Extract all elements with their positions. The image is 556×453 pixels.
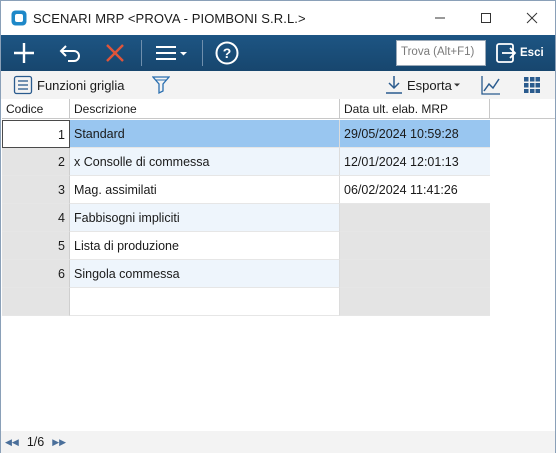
cell-description-empty[interactable] — [70, 288, 340, 316]
toolbar-separator — [202, 40, 203, 66]
app-window: SCENARI MRP <PROVA - PIOMBONI S.R.L.> ? … — [0, 0, 556, 453]
table-row[interactable]: 1 Standard 29/05/2024 10:59:28 — [2, 120, 490, 148]
exit-icon — [496, 43, 517, 63]
export-button[interactable]: Esporta — [385, 75, 461, 95]
cell-code[interactable]: 3 — [2, 176, 70, 204]
cell-code[interactable]: 1 — [2, 120, 70, 148]
title-bar: SCENARI MRP <PROVA - PIOMBONI S.R.L.> — [1, 1, 555, 35]
close-button[interactable] — [509, 1, 555, 35]
status-bar: ◀◀ 1/6 ▶▶ — [1, 431, 555, 453]
first-record-icon[interactable]: ◀◀ — [5, 437, 19, 448]
x-icon — [106, 44, 124, 62]
grid-icon — [524, 77, 540, 93]
minimize-button[interactable] — [417, 1, 463, 35]
grid-functions-label: Funzioni griglia — [37, 77, 125, 93]
cell-date[interactable] — [340, 204, 490, 232]
cell-description[interactable]: Mag. assimilati — [70, 176, 340, 204]
table-row[interactable]: 4 Fabbisogni impliciti — [2, 204, 490, 232]
column-header-date[interactable]: Data ult. elab. MRP — [340, 99, 490, 119]
table-row[interactable]: 3 Mag. assimilati 06/02/2024 11:41:26 — [2, 176, 490, 204]
cell-description[interactable]: Singola commessa — [70, 260, 340, 288]
window-title: SCENARI MRP <PROVA - PIOMBONI S.R.L.> — [33, 10, 306, 26]
svg-text:?: ? — [223, 45, 232, 61]
help-button[interactable]: ? — [207, 35, 247, 71]
main-toolbar: ? Trova (Alt+F1) Esci — [1, 35, 555, 71]
cell-description[interactable]: Fabbisogni impliciti — [70, 204, 340, 232]
table-row[interactable]: 2 x Consolle di commessa 12/01/2024 12:0… — [2, 148, 490, 176]
close-icon — [526, 12, 538, 24]
search-input[interactable]: Trova (Alt+F1) — [396, 40, 486, 66]
cell-date[interactable] — [340, 260, 490, 288]
grid-view-button[interactable] — [524, 77, 540, 93]
maximize-icon — [481, 13, 491, 23]
exit-label: Esci — [520, 47, 544, 59]
table-row[interactable]: 6 Singola commessa — [2, 260, 490, 288]
export-label: Esporta — [407, 77, 452, 93]
column-header-description[interactable]: Descrizione — [70, 99, 340, 119]
grid-functions-button[interactable]: Funzioni griglia — [13, 75, 124, 95]
maximize-button[interactable] — [463, 1, 509, 35]
last-record-icon[interactable]: ▶▶ — [52, 437, 66, 448]
cell-date[interactable]: 12/01/2024 12:01:13 — [340, 148, 490, 176]
cell-date-empty[interactable] — [340, 288, 490, 316]
toolbar-separator — [141, 40, 142, 66]
cell-code[interactable]: 5 — [2, 232, 70, 260]
hamburger-menu-icon — [156, 46, 187, 60]
download-icon — [386, 76, 402, 94]
chart-button[interactable] — [481, 75, 501, 95]
cell-code[interactable]: 4 — [2, 204, 70, 232]
app-logo-icon — [11, 10, 27, 26]
cell-description[interactable]: x Consolle di commessa — [70, 148, 340, 176]
cell-date[interactable] — [340, 232, 490, 260]
cell-code[interactable]: 2 — [2, 148, 70, 176]
new-button[interactable] — [1, 35, 47, 71]
record-counter: 1/6 — [26, 435, 45, 449]
undo-icon — [59, 45, 80, 62]
grid-toolbar: Funzioni griglia Esporta — [1, 71, 555, 99]
list-icon — [13, 75, 33, 95]
undo-button[interactable] — [47, 35, 93, 71]
cell-description[interactable]: Standard — [70, 120, 340, 148]
filter-icon — [152, 76, 171, 95]
data-grid: Codice Descrizione Data ult. elab. MRP 1… — [2, 99, 555, 429]
chevron-down-icon — [453, 83, 460, 87]
new-row[interactable] — [2, 288, 490, 316]
plus-icon — [14, 43, 34, 63]
table-row[interactable]: 5 Lista di produzione — [2, 232, 490, 260]
cell-code-empty[interactable] — [2, 288, 70, 316]
menu-button[interactable] — [146, 35, 198, 71]
chart-icon — [481, 76, 500, 95]
filter-button[interactable] — [152, 75, 171, 95]
cell-date[interactable]: 29/05/2024 10:59:28 — [340, 120, 490, 148]
cell-description[interactable]: Lista di produzione — [70, 232, 340, 260]
exit-button[interactable]: Esci — [495, 38, 551, 68]
column-header-code[interactable]: Codice — [2, 99, 70, 119]
cell-code[interactable]: 6 — [2, 260, 70, 288]
delete-button[interactable] — [93, 35, 137, 71]
help-icon: ? — [215, 41, 239, 65]
grid-header: Codice Descrizione Data ult. elab. MRP — [2, 99, 555, 119]
minimize-icon — [435, 17, 445, 19]
cell-date[interactable]: 06/02/2024 11:41:26 — [340, 176, 490, 204]
